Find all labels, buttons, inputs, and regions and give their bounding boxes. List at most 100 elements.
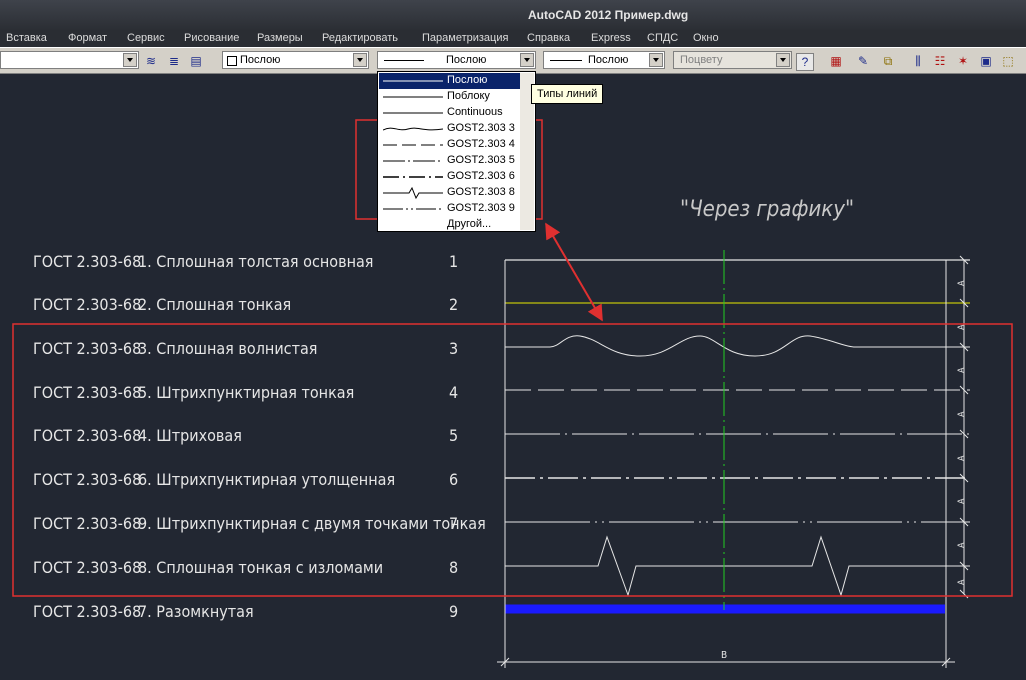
dropdown-item-label: GOST2.303 3	[447, 122, 515, 134]
row-prefix: ГОСТ 2.303-68	[33, 339, 141, 358]
row-num: 1	[449, 252, 458, 271]
dim-label-a: A	[957, 542, 967, 548]
cursor-icon[interactable]: ✶	[955, 53, 971, 69]
dropdown-item-gost-8[interactable]: GOST2.303 8	[379, 185, 520, 201]
help-icon[interactable]: ?	[796, 53, 814, 71]
linetype-combo[interactable]: Послою	[377, 51, 536, 69]
dropdown-item-label: Continuous	[447, 106, 503, 118]
layer-walk-icon[interactable]: ⧉	[880, 53, 896, 69]
row-name: 3. Сплошная волнистая	[138, 339, 317, 358]
linetype-preview	[384, 60, 424, 61]
row-num: 7	[449, 514, 458, 533]
row-prefix: ГОСТ 2.303-68	[33, 383, 141, 402]
row-name: 7. Разомкнутая	[138, 602, 254, 621]
layer-combo[interactable]	[0, 51, 139, 69]
dropdown-item-byblock[interactable]: Поблоку	[379, 89, 520, 105]
menu-parametric[interactable]: Параметризация	[422, 32, 508, 44]
layer-properties-icon[interactable]: ≋	[143, 53, 159, 69]
dropdown-item-gost-6[interactable]: GOST2.303 6	[379, 169, 520, 185]
linetype-dropdown-list[interactable]: Послою Поблоку Continuous GOST2.303 3 GO…	[377, 71, 536, 232]
plotstyle-combo[interactable]: Поцвету	[673, 51, 792, 69]
align-icon[interactable]: ⫼	[910, 53, 926, 69]
dropdown-item-bylayer[interactable]: Послою	[379, 73, 520, 89]
row-prefix: ГОСТ 2.303-68	[33, 295, 141, 314]
dim-label-b: B	[721, 650, 727, 661]
match-properties-icon[interactable]: ▦	[828, 53, 844, 69]
dim-label-a: A	[957, 324, 967, 330]
row-name: 4. Штриховая	[138, 426, 242, 445]
row-num: 2	[449, 295, 458, 314]
row-num: 8	[449, 558, 458, 577]
row-num: 5	[449, 426, 458, 445]
menu-express[interactable]: Express	[591, 32, 631, 44]
menu-tools[interactable]: Сервис	[127, 32, 165, 44]
row-prefix: ГОСТ 2.303-68	[33, 514, 141, 533]
dropdown-item-gost-3[interactable]: GOST2.303 3	[379, 121, 520, 137]
row-name: 1. Сплошная толстая основная	[138, 252, 373, 271]
row-prefix: ГОСТ 2.303-68	[33, 602, 141, 621]
plotstyle-combo-value: Поцвету	[680, 54, 723, 66]
block-icon[interactable]: ▣	[978, 53, 994, 69]
menu-spds[interactable]: СПДС	[647, 32, 678, 44]
dropdown-item-label: GOST2.303 8	[447, 186, 515, 198]
line-wavy	[505, 335, 970, 357]
color-combo[interactable]: Послою	[222, 51, 369, 69]
menu-draw[interactable]: Рисование	[184, 32, 239, 44]
dropdown-item-gost-5[interactable]: GOST2.303 5	[379, 153, 520, 169]
lineweight-combo-value: Послою	[588, 54, 629, 66]
row-prefix: ГОСТ 2.303-68	[33, 558, 141, 577]
dim-label-a: A	[957, 498, 967, 504]
dropdown-item-other[interactable]: Другой...	[379, 217, 520, 233]
layer-isolate-icon[interactable]: ✎	[855, 53, 871, 69]
dropdown-item-gost-9[interactable]: GOST2.303 9	[379, 201, 520, 217]
drawing-heading: "Через графику"	[680, 197, 854, 222]
row-name: 6. Штрихпунктирная утолщенная	[138, 470, 395, 489]
dropdown-item-label: Другой...	[447, 218, 492, 230]
window-title: AutoCAD 2012 Пример.dwg	[528, 8, 689, 22]
table-icon[interactable]: ☷	[932, 53, 948, 69]
row-num: 4	[449, 383, 458, 402]
chevron-down-icon[interactable]	[649, 53, 663, 67]
layer-previous-icon[interactable]: ▤	[188, 53, 204, 69]
dropdown-item-label: Поблоку	[447, 90, 490, 102]
menu-modify[interactable]: Редактировать	[322, 32, 398, 44]
menu-bar: Вставка Формат Сервис Рисование Размеры …	[0, 30, 1026, 47]
layer-state-icon[interactable]: ≣	[166, 53, 182, 69]
lineweight-preview	[550, 60, 582, 61]
row-name: 8. Сплошная тонкая с изломами	[138, 558, 383, 577]
row-name: 9. Штрихпунктирная с двумя точками тонка…	[138, 514, 486, 533]
menu-insert[interactable]: Вставка	[6, 32, 47, 44]
connector-arrow	[545, 222, 603, 322]
dim-label-a: A	[957, 455, 967, 461]
lineweight-combo[interactable]: Послою	[543, 51, 665, 69]
menu-window[interactable]: Окно	[693, 32, 719, 44]
dim-label-a: A	[957, 579, 967, 585]
dropdown-item-label: GOST2.303 6	[447, 170, 515, 182]
dim-label-a: A	[957, 411, 967, 417]
chevron-down-icon[interactable]	[123, 53, 137, 67]
linetype-tooltip: Типы линий	[531, 84, 603, 104]
menu-help[interactable]: Справка	[527, 32, 570, 44]
menu-format[interactable]: Формат	[68, 32, 107, 44]
row-name: 5. Штрихпунктирная тонкая	[138, 383, 354, 402]
row-num: 6	[449, 470, 458, 489]
dropdown-item-label: GOST2.303 5	[447, 154, 515, 166]
chevron-down-icon[interactable]	[353, 53, 367, 67]
title-bar: AutoCAD 2012 Пример.dwg	[0, 0, 1026, 30]
dropdown-item-gost-4[interactable]: GOST2.303 4	[379, 137, 520, 153]
row-num: 9	[449, 602, 458, 621]
dim-label-a: A	[957, 367, 967, 373]
chevron-down-icon[interactable]	[776, 53, 790, 67]
linetype-combo-value: Послою	[446, 54, 487, 66]
row-prefix: ГОСТ 2.303-68	[33, 426, 141, 445]
chevron-down-icon[interactable]	[520, 53, 534, 67]
row-name: 2. Сплошная тонкая	[138, 295, 291, 314]
dropdown-item-label: GOST2.303 9	[447, 202, 515, 214]
row-prefix: ГОСТ 2.303-68	[33, 252, 141, 271]
dropdown-item-continuous[interactable]: Continuous	[379, 105, 520, 121]
line-zigzag	[505, 535, 970, 597]
menu-dimension[interactable]: Размеры	[257, 32, 303, 44]
box-3d-icon[interactable]: ⬚	[1000, 53, 1016, 69]
dim-label-a: A	[957, 280, 967, 286]
dropdown-item-label: GOST2.303 4	[447, 138, 515, 150]
